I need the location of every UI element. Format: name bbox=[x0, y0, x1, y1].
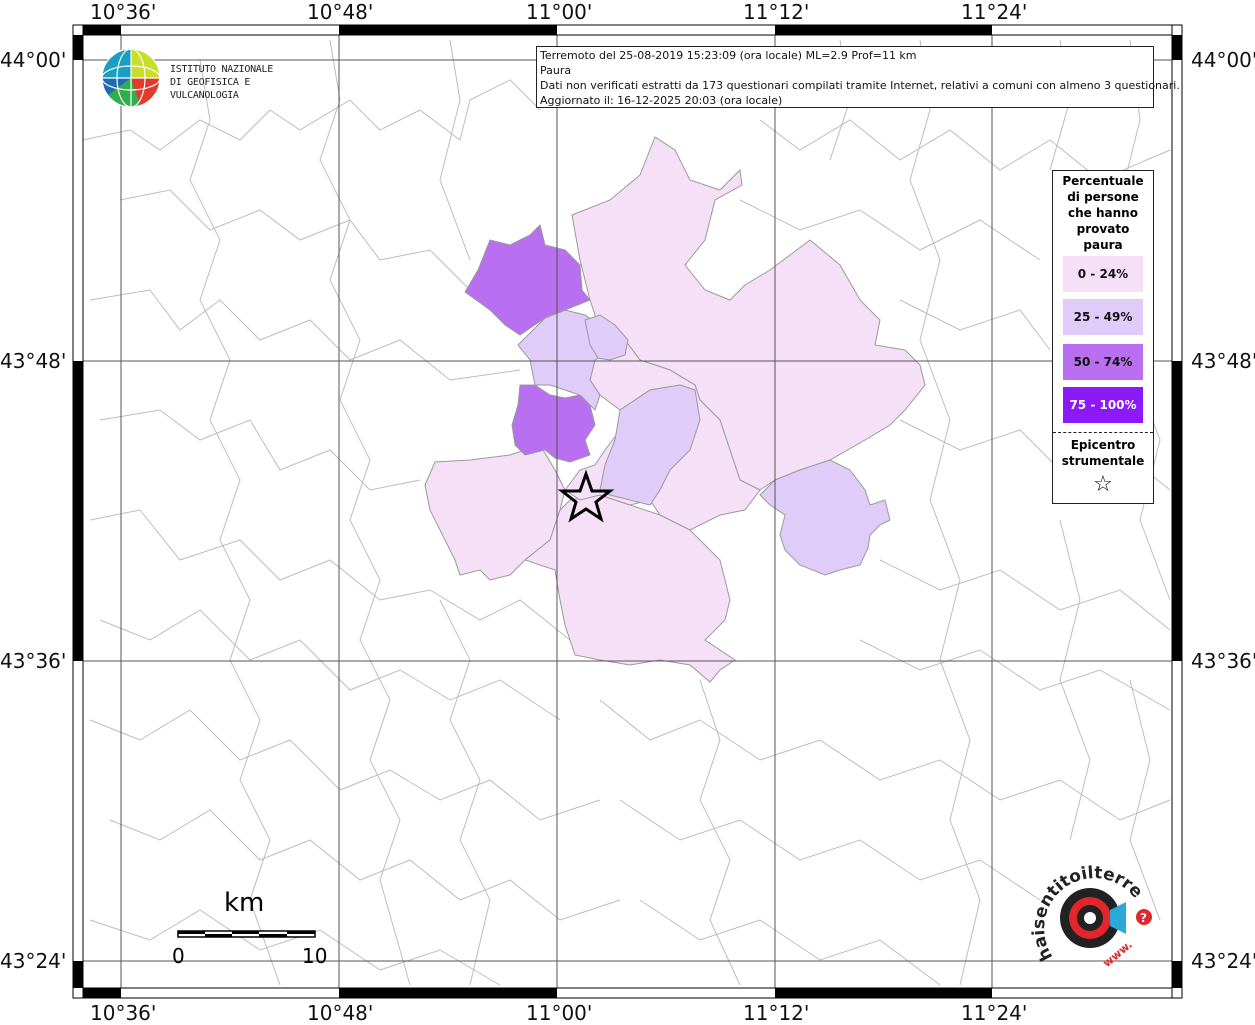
left-lat-label: 43°36' bbox=[0, 649, 67, 673]
right-lat-label: 44°00' bbox=[1191, 48, 1255, 72]
event-info-line4: Aggiornato il: 16-12-2025 20:03 (ora loc… bbox=[540, 94, 783, 107]
svg-text:?: ? bbox=[1140, 911, 1147, 925]
ingv-name-line2: DI GEOFISICA E VULCANOLOGIA bbox=[170, 77, 251, 101]
top-lon-label: 11°12' bbox=[743, 0, 810, 24]
scale-bar bbox=[177, 930, 316, 938]
scale-end-label: 10 bbox=[302, 944, 328, 968]
event-info-box: Terremoto del 25-08-2019 15:23:09 (ora l… bbox=[536, 46, 1180, 108]
legend: Percentuale di persone che hanno provato… bbox=[1052, 170, 1154, 504]
ingv-name-line1: ISTITUTO NAZIONALE bbox=[170, 64, 273, 75]
right-lat-label: 43°24' bbox=[1191, 949, 1255, 973]
bottom-lon-label: 10°36' bbox=[90, 1001, 157, 1025]
top-lon-label: 11°00' bbox=[526, 0, 593, 24]
event-info-line3: Dati non verificati estratti da 173 ques… bbox=[540, 79, 1180, 92]
right-lat-label: 43°48' bbox=[1191, 349, 1255, 373]
top-lon-label: 10°48' bbox=[307, 0, 374, 24]
legend-star-icon: ☆ bbox=[1093, 472, 1113, 497]
legend-class-75-100: 75 - 100% bbox=[1063, 387, 1143, 423]
legend-title: Percentuale di persone che hanno provato… bbox=[1062, 174, 1144, 252]
legend-class-25-49: 25 - 49% bbox=[1063, 299, 1143, 335]
event-info-line2: Paura bbox=[540, 64, 572, 77]
legend-separator bbox=[1053, 432, 1153, 433]
top-lon-label: 10°36' bbox=[90, 0, 157, 24]
scale-unit-label: km bbox=[224, 888, 265, 918]
right-lat-label: 43°36' bbox=[1191, 649, 1255, 673]
bottom-lon-label: 11°00' bbox=[526, 1001, 593, 1025]
ingv-globe-icon bbox=[101, 48, 161, 108]
top-lon-label: 11°24' bbox=[961, 0, 1028, 24]
legend-class-0-24: 0 - 24% bbox=[1063, 256, 1143, 292]
haisentito-logo: ? haisentitoilterremoto.it www. bbox=[1019, 847, 1158, 982]
legend-class-50-74: 50 - 74% bbox=[1063, 344, 1143, 380]
scale-start-label: 0 bbox=[172, 944, 185, 968]
left-lat-label: 43°24' bbox=[0, 949, 67, 973]
left-lat-label: 44°00' bbox=[0, 48, 67, 72]
left-lat-label: 43°48' bbox=[0, 349, 67, 373]
bottom-lon-label: 10°48' bbox=[307, 1001, 374, 1025]
legend-epicentre-label: Epicentro strumentale bbox=[1061, 438, 1145, 468]
bottom-lon-label: 11°24' bbox=[961, 1001, 1028, 1025]
haisentito-logo-icon: ? haisentitoilterremoto.it www. bbox=[1019, 847, 1152, 970]
bottom-lon-label: 11°12' bbox=[743, 1001, 810, 1025]
ingv-logo: ISTITUTO NAZIONALE DI GEOFISICA E VULCAN… bbox=[100, 47, 320, 111]
event-info-line1: Terremoto del 25-08-2019 15:23:09 (ora l… bbox=[540, 49, 917, 62]
